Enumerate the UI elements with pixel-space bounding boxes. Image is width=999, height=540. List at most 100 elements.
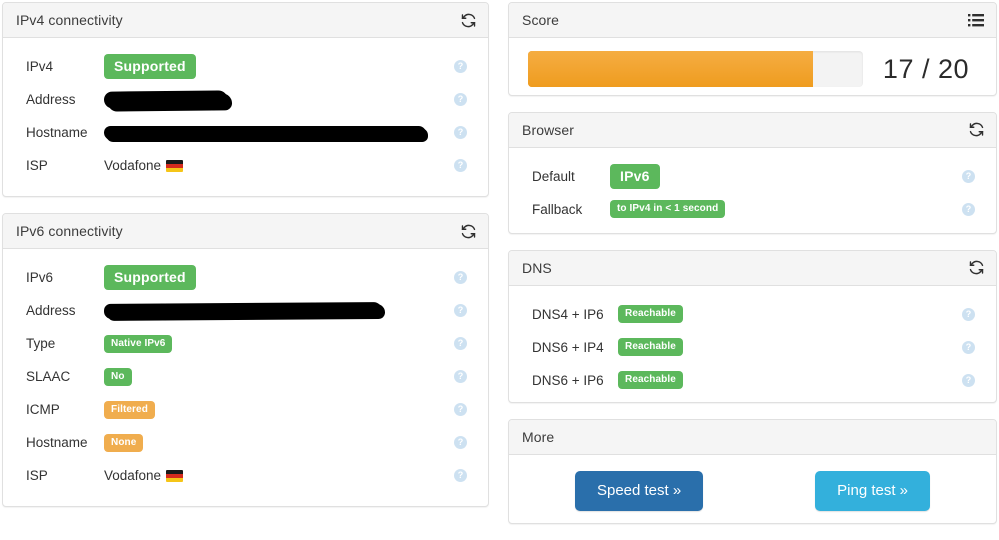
row-ipv4-address: Address ?	[16, 83, 475, 116]
row-help-ipv4: ?	[445, 60, 475, 73]
row-label-browser-default: Default	[532, 168, 575, 184]
row-value-ipv6-hostname: None	[104, 432, 445, 454]
score-progress-bar	[528, 51, 863, 87]
refresh-icon[interactable]	[459, 222, 477, 240]
help-icon[interactable]: ?	[962, 169, 975, 183]
row-dns6-ip4: DNS6 + IP4 Reachable ?	[522, 331, 983, 364]
help-icon[interactable]: ?	[454, 60, 467, 73]
row-help-dns4-ip6: ?	[953, 307, 983, 321]
refresh-icon[interactable]	[459, 11, 477, 29]
help-icon[interactable]: ?	[454, 469, 467, 482]
flag-germany-icon	[166, 159, 184, 172]
help-icon[interactable]: ?	[454, 126, 467, 139]
row-label-ipv4-address: Address	[26, 92, 76, 107]
row-value-ipv6: Supported	[104, 265, 445, 290]
row-label-ipv6-address: Address	[26, 303, 76, 318]
row-value-browser-fallback: to IPv4 in < 1 second	[610, 198, 953, 220]
row-value-ipv6-icmp: Filtered	[104, 399, 445, 421]
row-value-ipv6-isp: Vodafone	[104, 465, 445, 487]
ping-test-button[interactable]: Ping test »	[815, 470, 931, 511]
help-icon[interactable]: ?	[454, 271, 467, 284]
status-badge-hostname: None	[104, 433, 144, 452]
panel-browser-title: Browser	[522, 121, 575, 138]
row-value-ipv4-isp: Vodafone	[104, 155, 445, 177]
status-badge-ipv4: Supported	[104, 54, 196, 79]
row-help-ipv6-type: ?	[445, 337, 475, 350]
help-icon[interactable]: ?	[454, 436, 467, 449]
row-value-ipv6-address	[103, 300, 445, 322]
row-browser-default: Default IPv6 ?	[522, 160, 983, 193]
row-label-ipv6-isp: ISP	[26, 468, 48, 483]
row-help-ipv4-address: ?	[445, 93, 475, 106]
status-badge-icmp: Filtered	[104, 400, 155, 419]
help-icon[interactable]: ?	[962, 307, 975, 321]
panel-ipv4-connectivity: IPv4 connectivity IPv4 Supported ? Addre…	[2, 2, 489, 197]
row-value-dns6-ip6: Reachable	[618, 369, 953, 391]
row-help-browser-fallback: ?	[953, 202, 983, 216]
status-badge-ipv6: Supported	[104, 265, 196, 290]
row-label-ipv6-slaac: SLAAC	[26, 369, 71, 384]
row-label-browser-fallback: Fallback	[532, 201, 583, 217]
panel-dns: DNS DNS4 + IP6 Reachable ? DNS6 + IP4 Re…	[508, 249, 997, 403]
row-value-browser-default: IPv6	[610, 163, 953, 189]
row-label-ipv6-hostname: Hostname	[26, 435, 88, 450]
panel-score-title: Score	[522, 12, 560, 28]
panel-more-header: More	[509, 419, 996, 455]
panel-score: Score 17 / 20	[508, 2, 997, 96]
row-ipv6-type: Type Native IPv6 ?	[16, 327, 475, 360]
help-icon[interactable]: ?	[454, 304, 467, 317]
status-badge-dns4-ip6: Reachable	[618, 305, 683, 324]
help-icon[interactable]: ?	[962, 373, 975, 387]
status-badge-fallback: to IPv4 in < 1 second	[610, 200, 726, 219]
help-icon[interactable]: ?	[962, 202, 975, 216]
panel-more-title: More	[522, 428, 555, 445]
row-help-ipv6: ?	[445, 271, 475, 284]
row-label-ipv6-type: Type	[26, 336, 56, 351]
row-ipv6-hostname: Hostname None ?	[16, 426, 475, 459]
panel-dns-body: DNS4 + IP6 Reachable ? DNS6 + IP4 Reacha…	[509, 286, 996, 402]
list-icon[interactable]	[967, 11, 985, 29]
row-dns4-ip6: DNS4 + IP6 Reachable ?	[522, 298, 983, 331]
panel-dns-title: DNS	[522, 259, 552, 276]
help-icon[interactable]: ?	[454, 93, 467, 106]
panel-ipv6-body: IPv6 Supported ? Address ? Type Native I…	[3, 249, 488, 506]
row-value-ipv4: Supported	[104, 54, 445, 79]
speed-test-button[interactable]: Speed test »	[574, 470, 704, 511]
refresh-icon[interactable]	[967, 121, 985, 139]
row-browser-fallback: Fallback to IPv4 in < 1 second ?	[522, 193, 983, 226]
status-badge-dns6-ip4: Reachable	[618, 338, 683, 357]
status-badge-dns6-ip6: Reachable	[618, 371, 683, 390]
row-value-ipv6-type: Native IPv6	[104, 333, 445, 355]
row-label-ipv4: IPv4	[26, 59, 54, 74]
help-icon[interactable]: ?	[454, 337, 467, 350]
help-icon[interactable]: ?	[962, 340, 975, 354]
ipv6-test-dashboard: IPv4 connectivity IPv4 Supported ? Addre…	[0, 0, 999, 540]
row-label-dns6-ip4: DNS6 + IP4	[532, 339, 604, 355]
row-label-ipv6-icmp: ICMP	[26, 402, 60, 417]
row-label-ipv6: IPv6	[26, 270, 54, 285]
refresh-icon[interactable]	[967, 259, 985, 277]
row-ipv6-slaac: SLAAC No ?	[16, 360, 475, 393]
row-label-ipv4-hostname: Hostname	[26, 125, 88, 140]
row-help-ipv4-isp: ?	[445, 159, 475, 172]
help-icon[interactable]: ?	[454, 370, 467, 383]
row-value-ipv4-hostname	[104, 122, 445, 144]
row-help-dns6-ip6: ?	[953, 373, 983, 387]
help-icon[interactable]: ?	[454, 159, 467, 172]
status-badge-type: Native IPv6	[104, 334, 173, 353]
row-label-ipv4-isp: ISP	[26, 158, 48, 173]
panel-ipv4-body: IPv4 Supported ? Address ? Hostname ? IS…	[3, 38, 488, 196]
row-help-ipv6-address: ?	[445, 304, 475, 317]
row-ipv4: IPv4 Supported ?	[16, 50, 475, 83]
score-value: 17 / 20	[882, 53, 969, 84]
help-icon[interactable]: ?	[454, 403, 467, 416]
isp-name: Vodafone	[104, 158, 162, 173]
panel-score-body: 17 / 20	[509, 38, 996, 95]
right-column: Score 17 / 20 Browser Default IPv6 ? Fal…	[508, 2, 997, 540]
panel-browser: Browser Default IPv6 ? Fallback to IPv4 …	[508, 111, 997, 234]
row-ipv6-address: Address ?	[16, 294, 475, 327]
row-label-dns4-ip6: DNS4 + IP6	[532, 306, 604, 322]
row-help-ipv6-isp: ?	[445, 469, 475, 482]
row-ipv4-hostname: Hostname ?	[16, 116, 475, 149]
row-ipv6-icmp: ICMP Filtered ?	[16, 393, 475, 426]
